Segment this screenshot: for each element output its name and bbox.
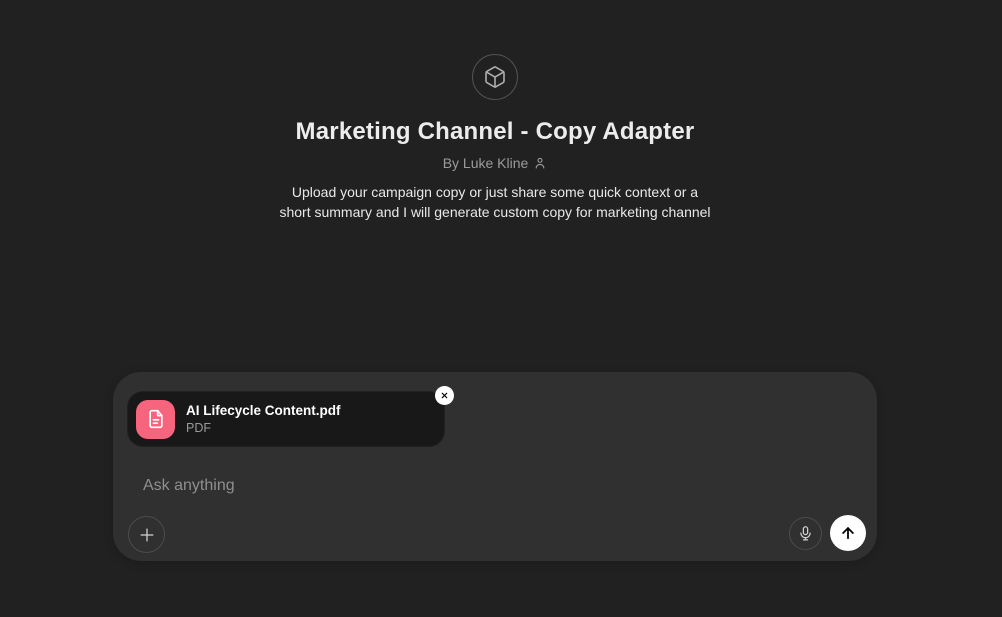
prompt-input[interactable] <box>143 469 723 503</box>
composer: AI Lifecycle Content.pdf PDF <box>113 372 877 561</box>
byline: By Luke Kline <box>113 155 877 171</box>
attachment-filename: AI Lifecycle Content.pdf <box>186 403 341 418</box>
arrow-up-icon <box>839 524 857 542</box>
gpt-landing-screen: Marketing Channel - Copy Adapter By Luke… <box>0 0 1002 617</box>
microphone-icon <box>797 525 814 542</box>
plus-icon <box>137 525 157 545</box>
gpt-avatar <box>472 54 518 100</box>
cube-icon <box>483 65 507 89</box>
pdf-file-badge <box>136 400 175 439</box>
gpt-header: Marketing Channel - Copy Adapter By Luke… <box>113 54 877 222</box>
send-button[interactable] <box>830 515 866 551</box>
add-attachment-button[interactable] <box>128 516 165 553</box>
close-icon <box>440 391 449 400</box>
gpt-description: Upload your campaign copy or just share … <box>275 182 715 222</box>
app-background: { "page": { "background_color": "#212121… <box>0 0 1002 617</box>
person-icon <box>533 156 547 170</box>
attachment-filetype: PDF <box>186 421 341 435</box>
page-title: Marketing Channel - Copy Adapter <box>113 117 877 147</box>
byline-text: By Luke Kline <box>443 155 529 171</box>
remove-attachment-button[interactable] <box>435 386 454 405</box>
document-icon <box>146 409 166 429</box>
attachment-meta: AI Lifecycle Content.pdf PDF <box>186 403 341 435</box>
dictate-button[interactable] <box>789 517 822 550</box>
attachment-chip[interactable]: AI Lifecycle Content.pdf PDF <box>127 391 445 447</box>
